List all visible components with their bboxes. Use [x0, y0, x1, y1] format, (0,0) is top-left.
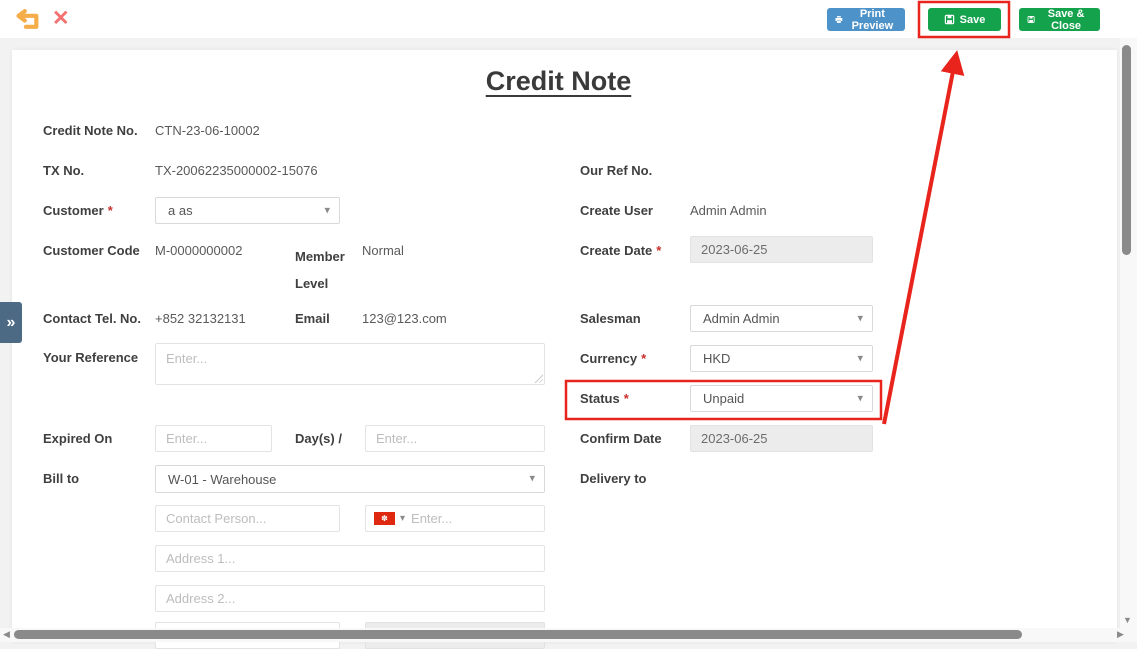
salesman-select[interactable]: Admin Admin ▾ — [690, 305, 873, 332]
status-select[interactable]: Unpaid ▾ — [690, 385, 873, 412]
bill-to-select-value: W-01 - Warehouse — [168, 472, 276, 487]
caret-down-icon: ▾ — [324, 205, 330, 216]
confirm-date-label: Confirm Date — [580, 431, 662, 446]
required-asterisk: * — [641, 351, 646, 366]
save-close-icon — [1027, 14, 1035, 25]
currency-select[interactable]: HKD ▾ — [690, 345, 873, 372]
flag-flower-glyph: ✽ — [381, 515, 388, 523]
print-preview-button[interactable]: Print Preview — [827, 8, 905, 31]
expired-on-unit-label: Day(s) / — [295, 431, 342, 446]
phone-field: ✽ ▾ — [365, 505, 545, 532]
required-asterisk: * — [108, 203, 113, 218]
caret-down-icon[interactable]: ▾ — [400, 513, 405, 524]
caret-down-icon: ▾ — [857, 393, 863, 404]
customer-code-value: M-0000000002 — [155, 243, 242, 258]
save-label: Save — [960, 14, 986, 26]
sidebar-expand-toggle[interactable]: » — [0, 302, 22, 343]
salesman-select-value: Admin Admin — [703, 311, 780, 326]
customer-code-label: Customer Code — [43, 243, 140, 258]
scroll-down-arrow[interactable]: ▼ — [1123, 616, 1132, 625]
customer-select-value: a as — [168, 203, 193, 218]
your-reference-textarea[interactable] — [155, 343, 545, 385]
credit-note-no-value: CTN-23-06-10002 — [155, 123, 260, 138]
email-value: 123@123.com — [362, 311, 447, 326]
currency-select-value: HKD — [703, 351, 730, 366]
member-level-value: Normal — [362, 243, 404, 258]
contact-tel-value: +852 32132131 — [155, 311, 246, 326]
required-asterisk: * — [656, 243, 661, 258]
salesman-label: Salesman — [580, 311, 641, 326]
address1-input[interactable] — [155, 545, 545, 572]
page-title: Credit Note — [0, 66, 1117, 97]
required-asterisk: * — [624, 391, 629, 406]
save-close-label: Save & Close — [1040, 8, 1092, 32]
chevron-double-right-icon: » — [7, 315, 16, 331]
horizontal-scrollbar-thumb[interactable] — [14, 630, 1022, 639]
currency-label: Currency* — [580, 351, 646, 366]
printer-icon — [835, 14, 843, 25]
vertical-scrollbar-thumb[interactable] — [1122, 45, 1131, 255]
close-icon[interactable]: ✕ — [52, 6, 70, 31]
create-user-label: Create User — [580, 203, 653, 218]
scroll-right-arrow[interactable]: ▶ — [1117, 630, 1124, 639]
your-reference-label: Your Reference — [43, 350, 138, 365]
credit-note-no-label: Credit Note No. — [43, 123, 138, 138]
member-level-label: Member Level — [295, 243, 353, 297]
create-user-value: Admin Admin — [690, 203, 767, 218]
save-button[interactable]: Save — [928, 8, 1001, 31]
top-toolbar: ✕ Print Preview Save Save & Close — [0, 0, 1137, 38]
tx-no-value: TX-20062235000002-15076 — [155, 163, 318, 178]
caret-down-icon: ▾ — [529, 474, 535, 485]
back-icon[interactable] — [15, 8, 43, 31]
confirm-date-input[interactable] — [690, 425, 873, 452]
status-label: Status* — [580, 391, 629, 406]
contact-tel-label: Contact Tel. No. — [43, 311, 141, 326]
expired-on-date-input[interactable] — [365, 425, 545, 452]
caret-down-icon: ▾ — [857, 353, 863, 364]
expired-on-label: Expired On — [43, 431, 112, 446]
status-select-value: Unpaid — [703, 391, 744, 406]
customer-select[interactable]: a as ▾ — [155, 197, 340, 224]
bill-to-select[interactable]: W-01 - Warehouse ▾ — [155, 465, 545, 493]
create-date-input[interactable] — [690, 236, 873, 263]
scroll-left-arrow[interactable]: ◀ — [3, 630, 10, 639]
print-preview-label: Print Preview — [848, 8, 897, 32]
tx-no-label: TX No. — [43, 163, 84, 178]
expired-on-days-input[interactable] — [155, 425, 272, 452]
create-date-label: Create Date* — [580, 243, 661, 258]
customer-label: Customer* — [43, 203, 113, 218]
phone-input[interactable] — [411, 511, 538, 526]
hk-flag-icon[interactable]: ✽ — [374, 512, 395, 525]
delivery-to-label: Delivery to — [580, 471, 646, 486]
bill-to-label: Bill to — [43, 471, 79, 486]
address2-input[interactable] — [155, 585, 545, 612]
contact-person-input[interactable] — [155, 505, 340, 532]
our-ref-no-label: Our Ref No. — [580, 163, 652, 178]
save-close-button[interactable]: Save & Close — [1019, 8, 1100, 31]
caret-down-icon: ▾ — [857, 313, 863, 324]
save-icon — [944, 14, 955, 25]
email-label: Email — [295, 311, 330, 326]
